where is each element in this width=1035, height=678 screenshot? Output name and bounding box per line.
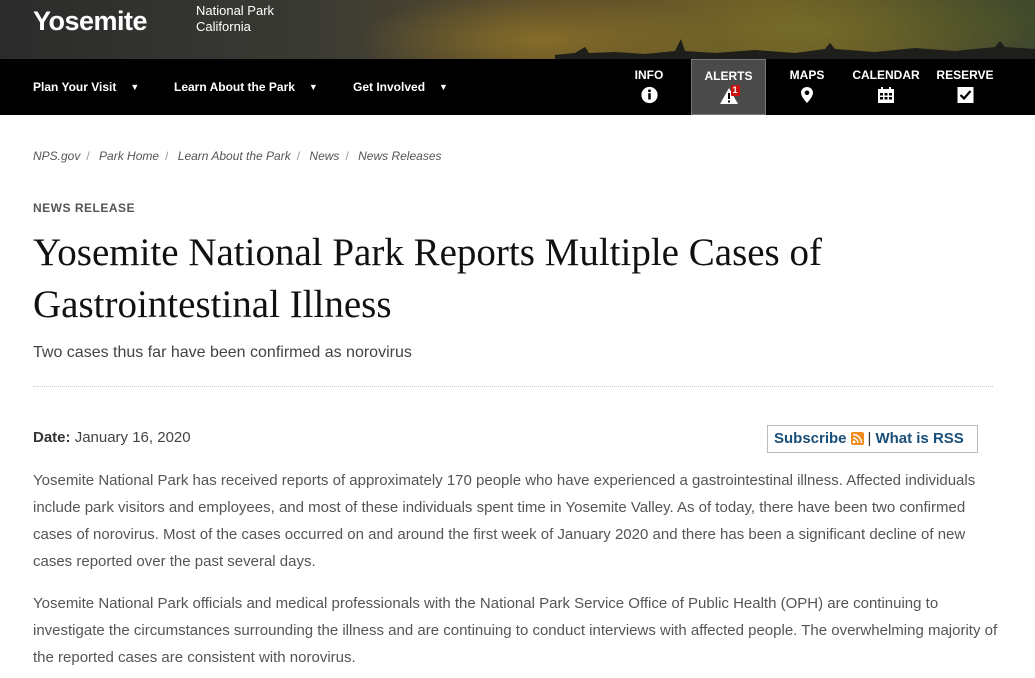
breadcrumb-separator: / (345, 149, 349, 163)
park-designation: National Park California (196, 3, 274, 35)
caret-down-icon: ▼ (439, 82, 448, 92)
nav-learn-about-the-park[interactable]: Learn About the Park ▼ (174, 59, 318, 115)
section-divider (33, 386, 993, 387)
util-info-button[interactable]: INFO (624, 59, 674, 115)
date-value: January 16, 2020 (74, 429, 191, 446)
util-label: CALENDAR (852, 68, 920, 82)
nav-item-label: Get Involved (353, 80, 426, 94)
article-paragraph-2: Yosemite National Park officials and med… (33, 595, 998, 666)
nav-item-label: Learn About the Park (174, 80, 295, 94)
park-name-link[interactable]: Yosemite (33, 6, 148, 37)
designation-line1: National Park (196, 3, 275, 18)
page-title: Yosemite National Park Reports Multiple … (33, 231, 822, 326)
util-reserve-button[interactable]: RESERVE (932, 59, 998, 115)
alerts-count-badge: 1 (730, 85, 740, 96)
article-kicker: NEWS RELEASE (33, 201, 136, 215)
breadcrumb: NPS.gov / Park Home / Learn About the Park… (33, 149, 442, 163)
map-pin-icon (801, 87, 813, 103)
release-date: Date: January 16, 2020 (33, 429, 191, 446)
breadcrumb-separator: / (296, 149, 301, 163)
calendar-icon (878, 87, 894, 103)
nav-plan-your-visit[interactable]: Plan Your Visit ▼ (33, 59, 139, 115)
util-label: RESERVE (936, 68, 994, 82)
breadcrumb-news[interactable]: News (309, 149, 339, 163)
checkbox-icon (957, 87, 973, 103)
rss-separator: | (867, 430, 872, 447)
what-is-rss-link[interactable]: What is RSS (875, 430, 963, 447)
breadcrumb-separator: / (86, 149, 90, 163)
util-label: ALERTS (704, 69, 753, 83)
util-maps-button[interactable]: MAPS (782, 59, 832, 115)
breadcrumb-learn-about-the-park[interactable]: Learn About the Park (178, 149, 291, 163)
rss-box: Subscribe | What is RSS (767, 425, 978, 453)
breadcrumb-news-releases[interactable]: News Releases (358, 149, 441, 163)
alerts-icon-wrap: 1 (717, 85, 741, 105)
designation-line2: California (196, 19, 251, 34)
date-label: Date: (33, 429, 71, 446)
util-label: INFO (634, 68, 664, 82)
article-paragraph-1: Yosemite National Park has received repo… (33, 472, 976, 570)
nav-item-label: Plan Your Visit (33, 80, 117, 94)
park-banner: Yosemite National Park California (0, 0, 1035, 59)
subscribe-link[interactable]: Subscribe (774, 430, 864, 447)
util-alerts-button[interactable]: ALERTS 1 (691, 59, 766, 115)
breadcrumb-nps-gov[interactable]: NPS.gov (33, 149, 80, 163)
info-circle-icon (640, 86, 658, 104)
util-label: MAPS (789, 68, 825, 82)
caret-down-icon: ▼ (308, 82, 318, 92)
main-nav: Plan Your Visit ▼ Learn About the Park ▼ G… (0, 59, 1035, 115)
breadcrumb-park-home[interactable]: Park Home (99, 149, 159, 163)
rss-feed-icon (850, 432, 864, 445)
caret-down-icon: ▼ (130, 82, 140, 92)
article-subtitle: Two cases thus far have been confirmed a… (33, 344, 412, 361)
util-calendar-button[interactable]: CALENDAR (846, 59, 926, 115)
breadcrumb-separator: / (165, 149, 169, 163)
nav-get-involved[interactable]: Get Involved ▼ (353, 59, 448, 115)
tree-silhouette-icon (555, 39, 1035, 59)
subscribe-label: Subscribe (774, 430, 847, 447)
